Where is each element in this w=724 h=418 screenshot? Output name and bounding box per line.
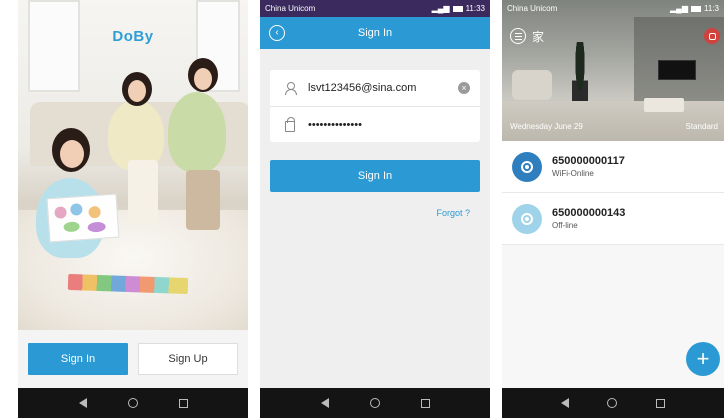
signin-form: lsvt123456@sina.com × •••••••••••••• — [270, 70, 480, 142]
device-list: 650000000117 WiFi-Online 650000000143 Of… — [502, 141, 724, 245]
floor-decor — [502, 101, 724, 141]
signal-icon: ▂▄▆ — [670, 4, 689, 13]
nav-home-icon[interactable] — [127, 398, 138, 408]
sign-in-button[interactable]: Sign In — [28, 343, 128, 375]
nav-recents-icon[interactable] — [420, 398, 430, 408]
window-decor — [28, 0, 80, 92]
signin-header: ‹ Sign In — [260, 17, 490, 49]
nav-recents-icon[interactable] — [655, 398, 665, 408]
father-legs — [186, 170, 220, 230]
device-row[interactable]: 650000000143 Off-line — [502, 193, 724, 245]
father-figure — [168, 92, 226, 172]
device-name: 650000000117 — [552, 155, 625, 167]
tv-decor — [658, 60, 696, 80]
father-face — [194, 68, 212, 90]
device-row[interactable]: 650000000117 WiFi-Online — [502, 141, 724, 193]
battery-icon — [691, 5, 702, 12]
status-icons: ▂▄▆ 11:33 — [432, 4, 485, 13]
home-screen: China Unicom ▂▄▆ 11:3 家 Wednesday June 2… — [502, 0, 724, 418]
password-field[interactable]: •••••••••••••• — [270, 106, 480, 142]
status-bar: China Unicom ▂▄▆ 11:3 — [502, 0, 724, 17]
device-status: Off-line — [552, 221, 578, 230]
status-icons: ▂▄▆ 11:3 — [670, 4, 719, 13]
submit-sign-in-button[interactable]: Sign In — [270, 160, 480, 192]
mother-face — [128, 80, 146, 102]
mother-legs — [128, 160, 158, 224]
password-value[interactable]: •••••••••••••• — [308, 119, 470, 131]
device-status: WiFi-Online — [552, 169, 594, 178]
nav-home-icon[interactable] — [369, 398, 380, 408]
page-title: Sign In — [357, 27, 393, 39]
nav-back-icon[interactable] — [78, 398, 87, 408]
carrier-label: China Unicom — [507, 4, 558, 13]
nav-recents-icon[interactable] — [178, 398, 188, 408]
signal-icon: ▂▄▆ — [431, 4, 450, 13]
add-icon[interactable]: + — [686, 342, 720, 376]
device-text: 650000000117 WiFi-Online — [552, 155, 625, 178]
child-drawing — [46, 193, 120, 243]
girl-face — [60, 140, 84, 168]
device-camera-icon — [512, 151, 542, 182]
signin-screen: China Unicom ▂▄▆ 11:33 ‹ Sign In lsvt123… — [260, 0, 490, 418]
battery-icon — [452, 5, 463, 12]
back-icon[interactable]: ‹ — [269, 25, 285, 41]
welcome-button-row: Sign In Sign Up — [18, 330, 248, 388]
welcome-screen: DoBy Sign In Sign Up — [18, 0, 248, 418]
scene-date: Wednesday June 29 — [510, 122, 583, 131]
device-name: 650000000143 — [552, 207, 626, 219]
app-logo: DoBy — [112, 28, 154, 45]
system-nav-bar — [502, 388, 724, 418]
table-decor — [644, 98, 684, 112]
home-title: 家 — [532, 29, 545, 44]
clear-icon[interactable]: × — [458, 82, 470, 94]
device-camera-icon — [512, 203, 542, 234]
room-scene-image: China Unicom ▂▄▆ 11:3 家 Wednesday June 2… — [502, 0, 724, 141]
forgot-password-link[interactable]: Forgot ? — [436, 208, 470, 218]
camera-icon[interactable] — [704, 28, 720, 44]
chair-decor — [512, 70, 552, 100]
nav-back-icon[interactable] — [320, 398, 329, 408]
nav-back-icon[interactable] — [561, 398, 570, 408]
system-nav-bar — [18, 388, 248, 418]
sign-up-button[interactable]: Sign Up — [138, 343, 238, 375]
status-time: 11:33 — [465, 4, 485, 13]
lock-icon — [282, 116, 298, 132]
device-text: 650000000143 Off-line — [552, 207, 625, 230]
status-time: 11:3 — [704, 4, 719, 13]
home-header: 家 — [502, 26, 724, 46]
nav-home-icon[interactable] — [607, 398, 618, 408]
user-icon — [282, 82, 298, 95]
status-bar: China Unicom ▂▄▆ 11:33 — [260, 0, 490, 17]
email-field[interactable]: lsvt123456@sina.com × — [270, 70, 480, 106]
system-nav-bar — [260, 388, 490, 418]
email-value[interactable]: lsvt123456@sina.com — [308, 82, 458, 94]
scene-mode[interactable]: Standard — [686, 122, 718, 131]
family-hero-image: DoBy — [18, 0, 248, 330]
menu-icon[interactable] — [510, 28, 526, 44]
carrier-label: China Unicom — [265, 4, 316, 13]
